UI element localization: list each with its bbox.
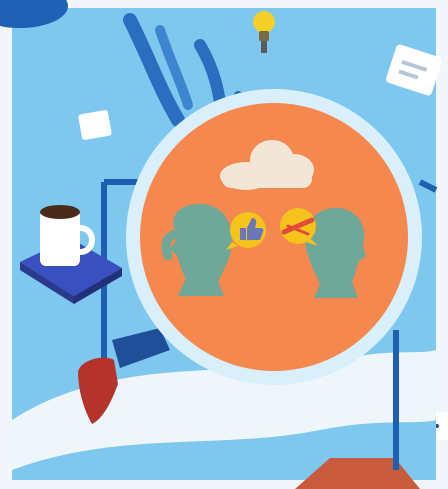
illustration-canvas <box>0 0 448 489</box>
illustration-svg <box>0 0 448 489</box>
chat-bubble-icon <box>78 110 112 140</box>
